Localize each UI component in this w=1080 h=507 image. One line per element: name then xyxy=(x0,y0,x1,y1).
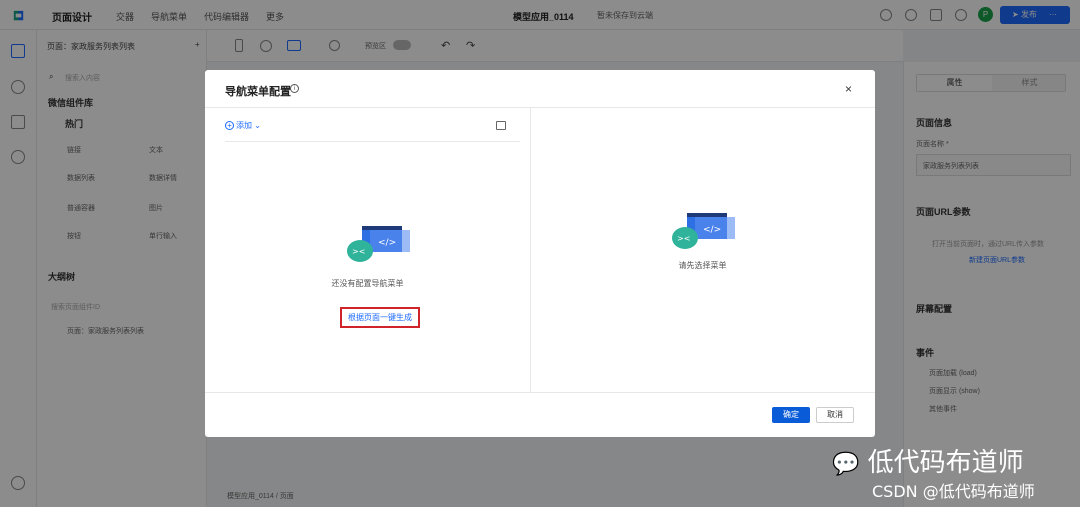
divider xyxy=(225,141,520,142)
watermark-sub: CSDN @低代码布道师 xyxy=(872,482,1035,501)
svg-text:</>: </> xyxy=(378,238,396,248)
svg-text:><: >< xyxy=(352,247,365,256)
cancel-button[interactable]: 取消 xyxy=(816,407,854,423)
empty-illustration-icon: </> >< xyxy=(672,213,735,249)
watermark-main-text: 低代码布道师 xyxy=(867,448,1024,478)
wechat-logo-icon: 💬 xyxy=(832,452,860,477)
info-icon[interactable]: i xyxy=(290,84,299,93)
divider xyxy=(530,107,531,392)
empty-illustration-icon: </> >< xyxy=(347,226,410,262)
add-circle-icon: + xyxy=(225,121,234,130)
add-label: 添加 xyxy=(236,121,252,130)
empty-left-text: 还没有配置导航菜单 xyxy=(331,279,404,288)
svg-text:</>: </> xyxy=(703,225,721,235)
copy-icon[interactable] xyxy=(496,121,506,130)
modal-title: 导航菜单配置 xyxy=(225,86,291,98)
empty-right-text: 请先选择菜单 xyxy=(678,261,727,270)
ok-button[interactable]: 确定 xyxy=(772,407,810,423)
divider xyxy=(205,107,875,108)
nav-menu-config-modal: 导航菜单配置 i × + 添加 ⌄ </> >< 还没有配置导航菜单 根据页面一键… xyxy=(205,70,875,437)
divider xyxy=(205,392,875,393)
svg-text:><: >< xyxy=(677,234,690,243)
generate-from-pages-button[interactable]: 根据页面一键生成 xyxy=(340,307,420,328)
add-button[interactable]: + 添加 ⌄ xyxy=(225,120,261,131)
watermark-main: 💬 低代码布道师 xyxy=(832,442,1024,479)
close-icon[interactable]: × xyxy=(845,82,852,96)
